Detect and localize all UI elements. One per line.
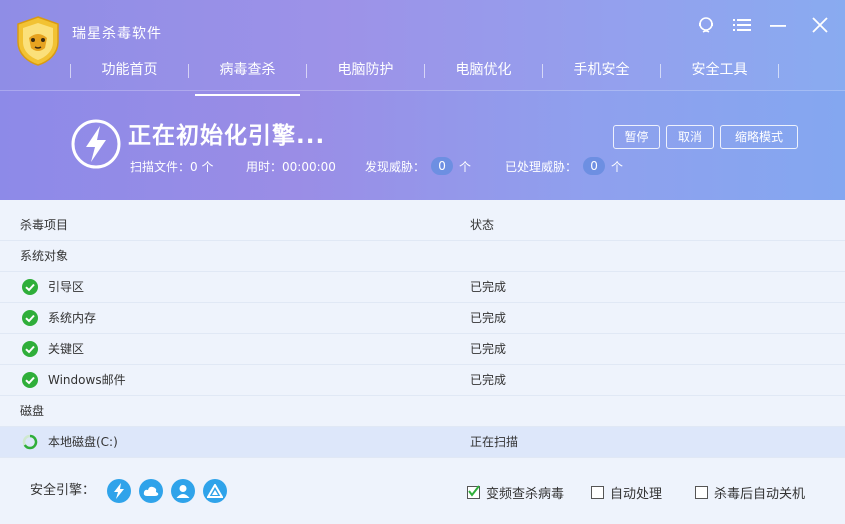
table-row[interactable]: Windows邮件 已完成 bbox=[0, 365, 845, 396]
threats-unit: 个 bbox=[459, 159, 472, 174]
check-complete-icon bbox=[22, 372, 38, 388]
item-status: 正在扫描 bbox=[470, 435, 519, 449]
table-row[interactable]: 关键区 已完成 bbox=[0, 334, 845, 365]
nav-separator bbox=[778, 64, 779, 78]
tab-tools[interactable]: 安全工具 bbox=[661, 58, 778, 90]
check-complete-icon bbox=[22, 279, 38, 295]
minimize-icon[interactable] bbox=[767, 14, 789, 36]
tab-home[interactable]: 功能首页 bbox=[71, 58, 188, 90]
engine-label: 安全引擎： bbox=[30, 483, 96, 498]
threats-count: 0 bbox=[431, 157, 454, 175]
drive-icon[interactable] bbox=[203, 479, 227, 503]
tab-protection[interactable]: 电脑防护 bbox=[307, 58, 424, 90]
item-label: 引导区 bbox=[48, 280, 85, 294]
checkbox-box[interactable] bbox=[695, 486, 708, 499]
app-title: 瑞星杀毒软件 bbox=[72, 26, 162, 42]
checkbox-box[interactable] bbox=[591, 486, 604, 499]
item-label: 关键区 bbox=[48, 342, 85, 356]
pause-button[interactable]: 暂停 bbox=[613, 125, 660, 149]
checkbox-auto-handle[interactable]: 自动处理 bbox=[591, 483, 662, 502]
close-icon[interactable] bbox=[809, 14, 831, 36]
item-status: 已完成 bbox=[470, 280, 507, 294]
group-label: 系统对象 bbox=[20, 249, 69, 263]
table-row[interactable]: 本地磁盘(C:) 正在扫描 bbox=[0, 427, 845, 458]
check-complete-icon bbox=[22, 310, 38, 326]
elapsed-time: 用时：00:00:00 bbox=[246, 159, 336, 174]
check-complete-icon bbox=[22, 341, 38, 357]
cancel-button[interactable]: 取消 bbox=[666, 125, 714, 149]
table-row[interactable]: 引导区 已完成 bbox=[0, 272, 845, 303]
item-status: 已完成 bbox=[470, 311, 507, 325]
spinner-icon bbox=[22, 434, 38, 450]
user-shield-icon[interactable] bbox=[171, 479, 195, 503]
scan-items-table: 杀毒项目 状态 系统对象 引导区 已完成 系统内存 已完成 关键区 已完成 Wi… bbox=[0, 210, 845, 460]
item-status: 已完成 bbox=[470, 373, 507, 387]
col-header-item: 杀毒项目 bbox=[20, 218, 69, 232]
files-scanned: 扫描文件：0 个 bbox=[130, 159, 214, 174]
tab-virus-scan[interactable]: 病毒查杀 bbox=[189, 58, 306, 96]
col-header-status: 状态 bbox=[470, 218, 495, 232]
handled-label: 已处理威胁： bbox=[505, 159, 578, 174]
tab-mobile[interactable]: 手机安全 bbox=[543, 58, 660, 90]
handled-count: 0 bbox=[583, 157, 606, 175]
lion-logo-icon bbox=[17, 16, 59, 66]
mini-mode-button[interactable]: 缩略模式 bbox=[720, 125, 798, 149]
cloud-icon[interactable] bbox=[139, 479, 163, 503]
handled-unit: 个 bbox=[611, 159, 624, 174]
checkbox-box[interactable] bbox=[467, 485, 480, 499]
group-row: 系统对象 bbox=[0, 241, 845, 272]
checkbox-adaptive-scan[interactable]: 变频查杀病毒 bbox=[467, 483, 564, 502]
tab-optimize[interactable]: 电脑优化 bbox=[425, 58, 542, 90]
item-label: Windows邮件 bbox=[48, 373, 126, 387]
user-icon[interactable] bbox=[695, 14, 717, 36]
table-header: 杀毒项目 状态 bbox=[0, 210, 845, 241]
threats-label: 发现威胁： bbox=[365, 159, 426, 174]
checkbox-auto-shutdown[interactable]: 杀毒后自动关机 bbox=[695, 483, 805, 502]
group-row: 磁盘 bbox=[0, 396, 845, 427]
bolt-icon[interactable] bbox=[107, 479, 131, 503]
scan-bolt-icon bbox=[71, 119, 121, 169]
item-status: 已完成 bbox=[470, 342, 507, 356]
item-label: 系统内存 bbox=[48, 311, 97, 325]
main-nav: 功能首页 病毒查杀 电脑防护 电脑优化 手机安全 安全工具 bbox=[70, 58, 779, 96]
checkbox-label: 变频查杀病毒 bbox=[486, 487, 565, 502]
scan-status-title: 正在初始化引擎... bbox=[128, 123, 326, 149]
menu-icon[interactable] bbox=[731, 14, 753, 36]
checkbox-label: 杀毒后自动关机 bbox=[714, 487, 806, 502]
table-row[interactable]: 系统内存 已完成 bbox=[0, 303, 845, 334]
header-divider bbox=[0, 90, 845, 91]
checkbox-label: 自动处理 bbox=[610, 487, 663, 502]
scan-stats: 扫描文件：0 个 用时：00:00:00 发现威胁： 0 个 已处理威胁： 0 … bbox=[130, 156, 623, 176]
item-label: 本地磁盘(C:) bbox=[48, 435, 118, 449]
group-label: 磁盘 bbox=[20, 404, 45, 418]
